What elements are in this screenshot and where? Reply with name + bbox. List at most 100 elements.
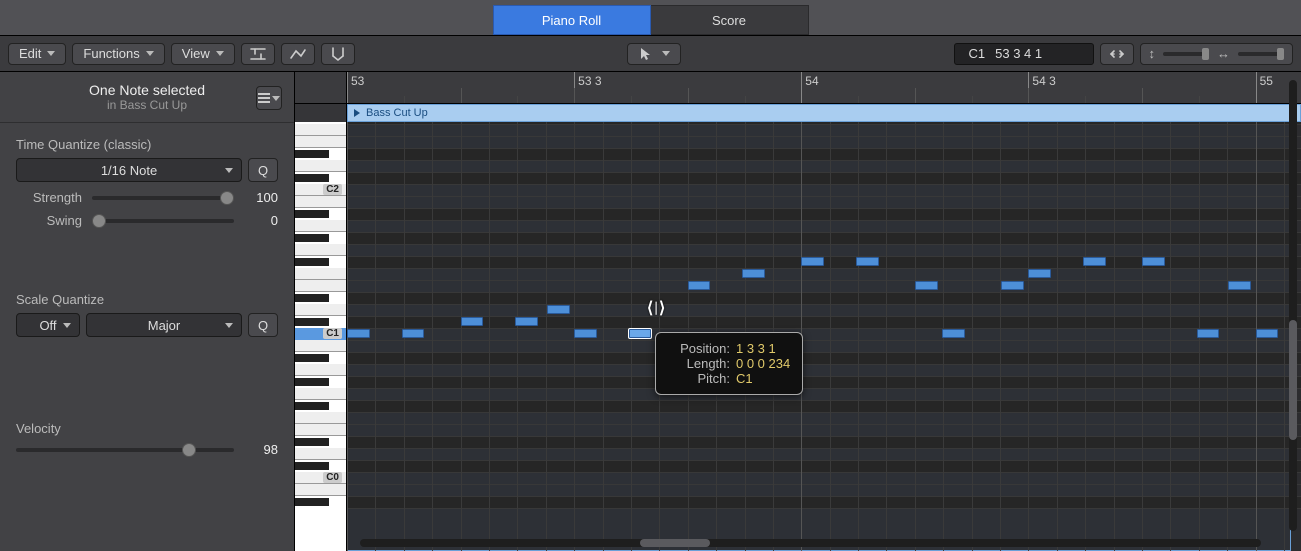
horizontal-scrollbar[interactable] [360,539,1261,547]
catch-icon [249,46,267,62]
edit-menu-label: Edit [19,46,41,61]
event-list-button[interactable] [256,86,282,110]
time-quantize-label: Time Quantize (classic) [16,137,278,152]
resize-cursor-icon: ⟨⎮⟩ [647,298,665,318]
link-button[interactable] [1100,43,1134,65]
tooltip-len-label: Length: [668,356,730,371]
strength-label: Strength [16,190,82,205]
chevron-down-icon [225,168,233,173]
scale-quantize-button[interactable]: Q [248,313,278,337]
scale-quantize-status: Off [39,318,56,333]
midi-note[interactable] [629,329,652,338]
time-quantize-select[interactable]: 1/16 Note [16,158,242,182]
quantize-button[interactable]: Q [248,158,278,182]
automation-button[interactable] [281,43,315,65]
edit-menu[interactable]: Edit [8,43,66,65]
midi-in-button[interactable] [321,43,355,65]
list-icon [258,93,270,103]
time-ruler[interactable]: 53 53 3 54 54 3 55 [295,72,1301,104]
region-header[interactable]: Bass Cut Up [347,104,1301,122]
functions-menu[interactable]: Functions [72,43,164,65]
midi-note[interactable] [915,281,938,290]
velocity-value: 98 [244,442,278,457]
view-menu[interactable]: View [171,43,235,65]
midi-note[interactable] [1028,269,1051,278]
chevron-down-icon [216,51,224,56]
link-icon [1108,46,1126,62]
tooltip-pos-value: 1 3 3 1 [736,341,776,356]
catch-playhead-button[interactable] [241,43,275,65]
info-pitch: C1 [969,46,986,61]
scale-quantize-status-select[interactable]: Off [16,313,80,337]
tab-piano-roll[interactable]: Piano Roll [493,5,651,35]
view-tabs-bar: Piano Roll Score [0,0,1301,36]
velocity-slider[interactable] [16,448,234,452]
midi-note[interactable] [1083,257,1106,266]
swing-value: 0 [244,213,278,228]
vertical-zoom-icon [1149,45,1156,63]
midi-note[interactable] [402,329,425,338]
tooltip-len-value: 0 0 0 234 [736,356,790,371]
key-label: C1 [323,328,342,339]
selection-title: One Note selected [0,82,294,98]
functions-menu-label: Functions [83,46,139,61]
chevron-down-icon [146,51,154,56]
selection-subtitle: in Bass Cut Up [0,98,294,112]
strength-value: 100 [244,190,278,205]
chevron-down-icon [662,51,670,56]
midi-note[interactable] [1228,281,1251,290]
strength-slider[interactable] [92,196,234,200]
play-icon [354,109,360,117]
midi-note[interactable] [801,257,824,266]
vertical-scrollbar[interactable] [1289,80,1297,531]
key-label: C2 [323,184,342,195]
ruler-label: 53 [347,74,364,88]
ruler-label: 55 [1256,74,1273,88]
zoom-controls [1140,43,1294,65]
scale-quantize-scale: Major [148,318,181,333]
midi-note[interactable] [574,329,597,338]
view-menu-label: View [182,46,210,61]
ruler-label: 54 [801,74,818,88]
chevron-down-icon [225,323,233,328]
vertical-zoom-slider[interactable] [1163,52,1209,56]
chevron-down-icon [63,323,71,328]
info-position: 53 3 4 1 [995,46,1042,61]
tooltip-pitch-label: Pitch: [668,371,730,386]
midi-in-icon [329,46,347,62]
piano-keyboard[interactable]: C2 C1 C0 [295,122,347,551]
horizontal-zoom-slider[interactable] [1238,52,1284,56]
region-name: Bass Cut Up [366,107,428,119]
midi-note[interactable] [856,257,879,266]
piano-roll-editor: 53 53 3 54 54 3 55 Bass Cut Up C2 C1 C0 Positi… [295,72,1301,551]
midi-note[interactable] [547,305,570,314]
midi-note[interactable] [1197,329,1220,338]
midi-note[interactable] [742,269,765,278]
scale-quantize-scale-select[interactable]: Major [86,313,242,337]
pointer-tool-menu[interactable] [627,43,681,65]
swing-label: Swing [16,213,82,228]
inspector-sidebar: One Note selected in Bass Cut Up Time Qu… [0,72,295,551]
automation-icon [289,46,307,62]
midi-note[interactable] [942,329,965,338]
midi-note[interactable] [347,329,370,338]
tab-score[interactable]: Score [651,5,809,35]
tooltip-pos-label: Position: [668,341,730,356]
midi-note[interactable] [688,281,711,290]
midi-note[interactable] [1142,257,1165,266]
midi-note[interactable] [461,317,484,326]
ruler-label: 54 3 [1028,74,1055,88]
toolbar: Edit Functions View C1 53 3 4 1 [0,36,1301,72]
velocity-label: Velocity [16,421,278,436]
ruler-label: 53 3 [574,74,601,88]
midi-note[interactable] [515,317,538,326]
midi-note[interactable] [1001,281,1024,290]
note-grid[interactable] [347,122,1301,551]
note-info-display: C1 53 3 4 1 [954,43,1094,65]
chevron-down-icon [47,51,55,56]
midi-note[interactable] [1256,329,1279,338]
key-label: C0 [323,472,342,483]
swing-slider[interactable] [92,219,234,223]
tooltip-pitch-value: C1 [736,371,753,386]
horizontal-zoom-icon [1217,45,1230,63]
